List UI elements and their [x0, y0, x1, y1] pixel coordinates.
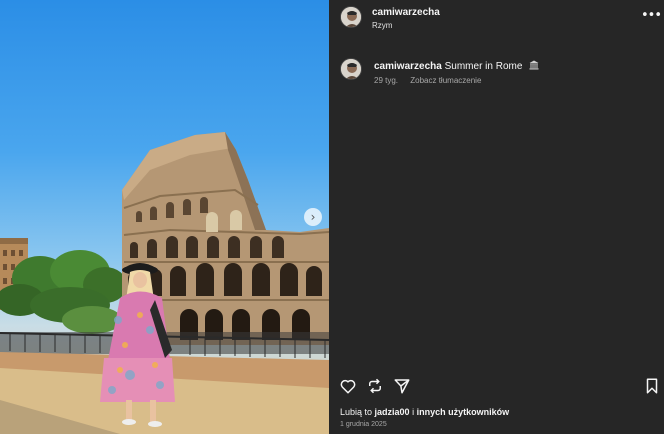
post-photo[interactable]: ›: [0, 0, 329, 434]
author-avatar[interactable]: [340, 6, 362, 28]
bookmark-icon[interactable]: [643, 377, 661, 395]
post-caption: camiwarzecha Summer in Rome: [374, 60, 539, 73]
liker-username[interactable]: jadzia00: [375, 407, 410, 417]
share-icon[interactable]: [393, 377, 411, 395]
caption-avatar[interactable]: [340, 58, 362, 80]
post-info-panel: camiwarzecha Rzym ••• camiwarzecha Summe…: [329, 0, 664, 434]
author-username[interactable]: camiwarzecha: [372, 7, 440, 18]
caption-text: Summer in Rome: [444, 61, 523, 72]
likes-prefix: Lubią to: [340, 407, 375, 417]
repost-icon[interactable]: [366, 377, 384, 395]
post-date[interactable]: 1 grudnia 2025: [340, 421, 387, 428]
more-options-icon[interactable]: •••: [641, 8, 662, 23]
likes-joiner: i: [409, 407, 417, 417]
post-location[interactable]: Rzym: [372, 21, 392, 30]
carousel-next-button[interactable]: ›: [304, 208, 322, 226]
caption-meta: 29 tyg. Zobacz tłumaczenie: [374, 76, 481, 85]
likes-summary: Lubią to jadzia00 i innych użytkowników: [340, 407, 509, 417]
action-bar: [329, 375, 664, 397]
caption-username[interactable]: camiwarzecha: [374, 61, 442, 72]
other-likers-link[interactable]: innych użytkowników: [417, 407, 510, 417]
avatar-image: [341, 59, 361, 79]
colosseum-scene: [0, 132, 329, 434]
chevron-right-icon: ›: [310, 210, 316, 224]
classical-building-icon: [529, 60, 539, 73]
see-translation-link[interactable]: Zobacz tłumaczenie: [410, 76, 481, 85]
avatar-image: [341, 7, 361, 27]
post-dialog: › camiwarzecha Rzym ••• camiwarzecha Sum…: [0, 0, 664, 434]
heart-icon[interactable]: [339, 377, 357, 395]
caption-age[interactable]: 29 tyg.: [374, 76, 398, 85]
